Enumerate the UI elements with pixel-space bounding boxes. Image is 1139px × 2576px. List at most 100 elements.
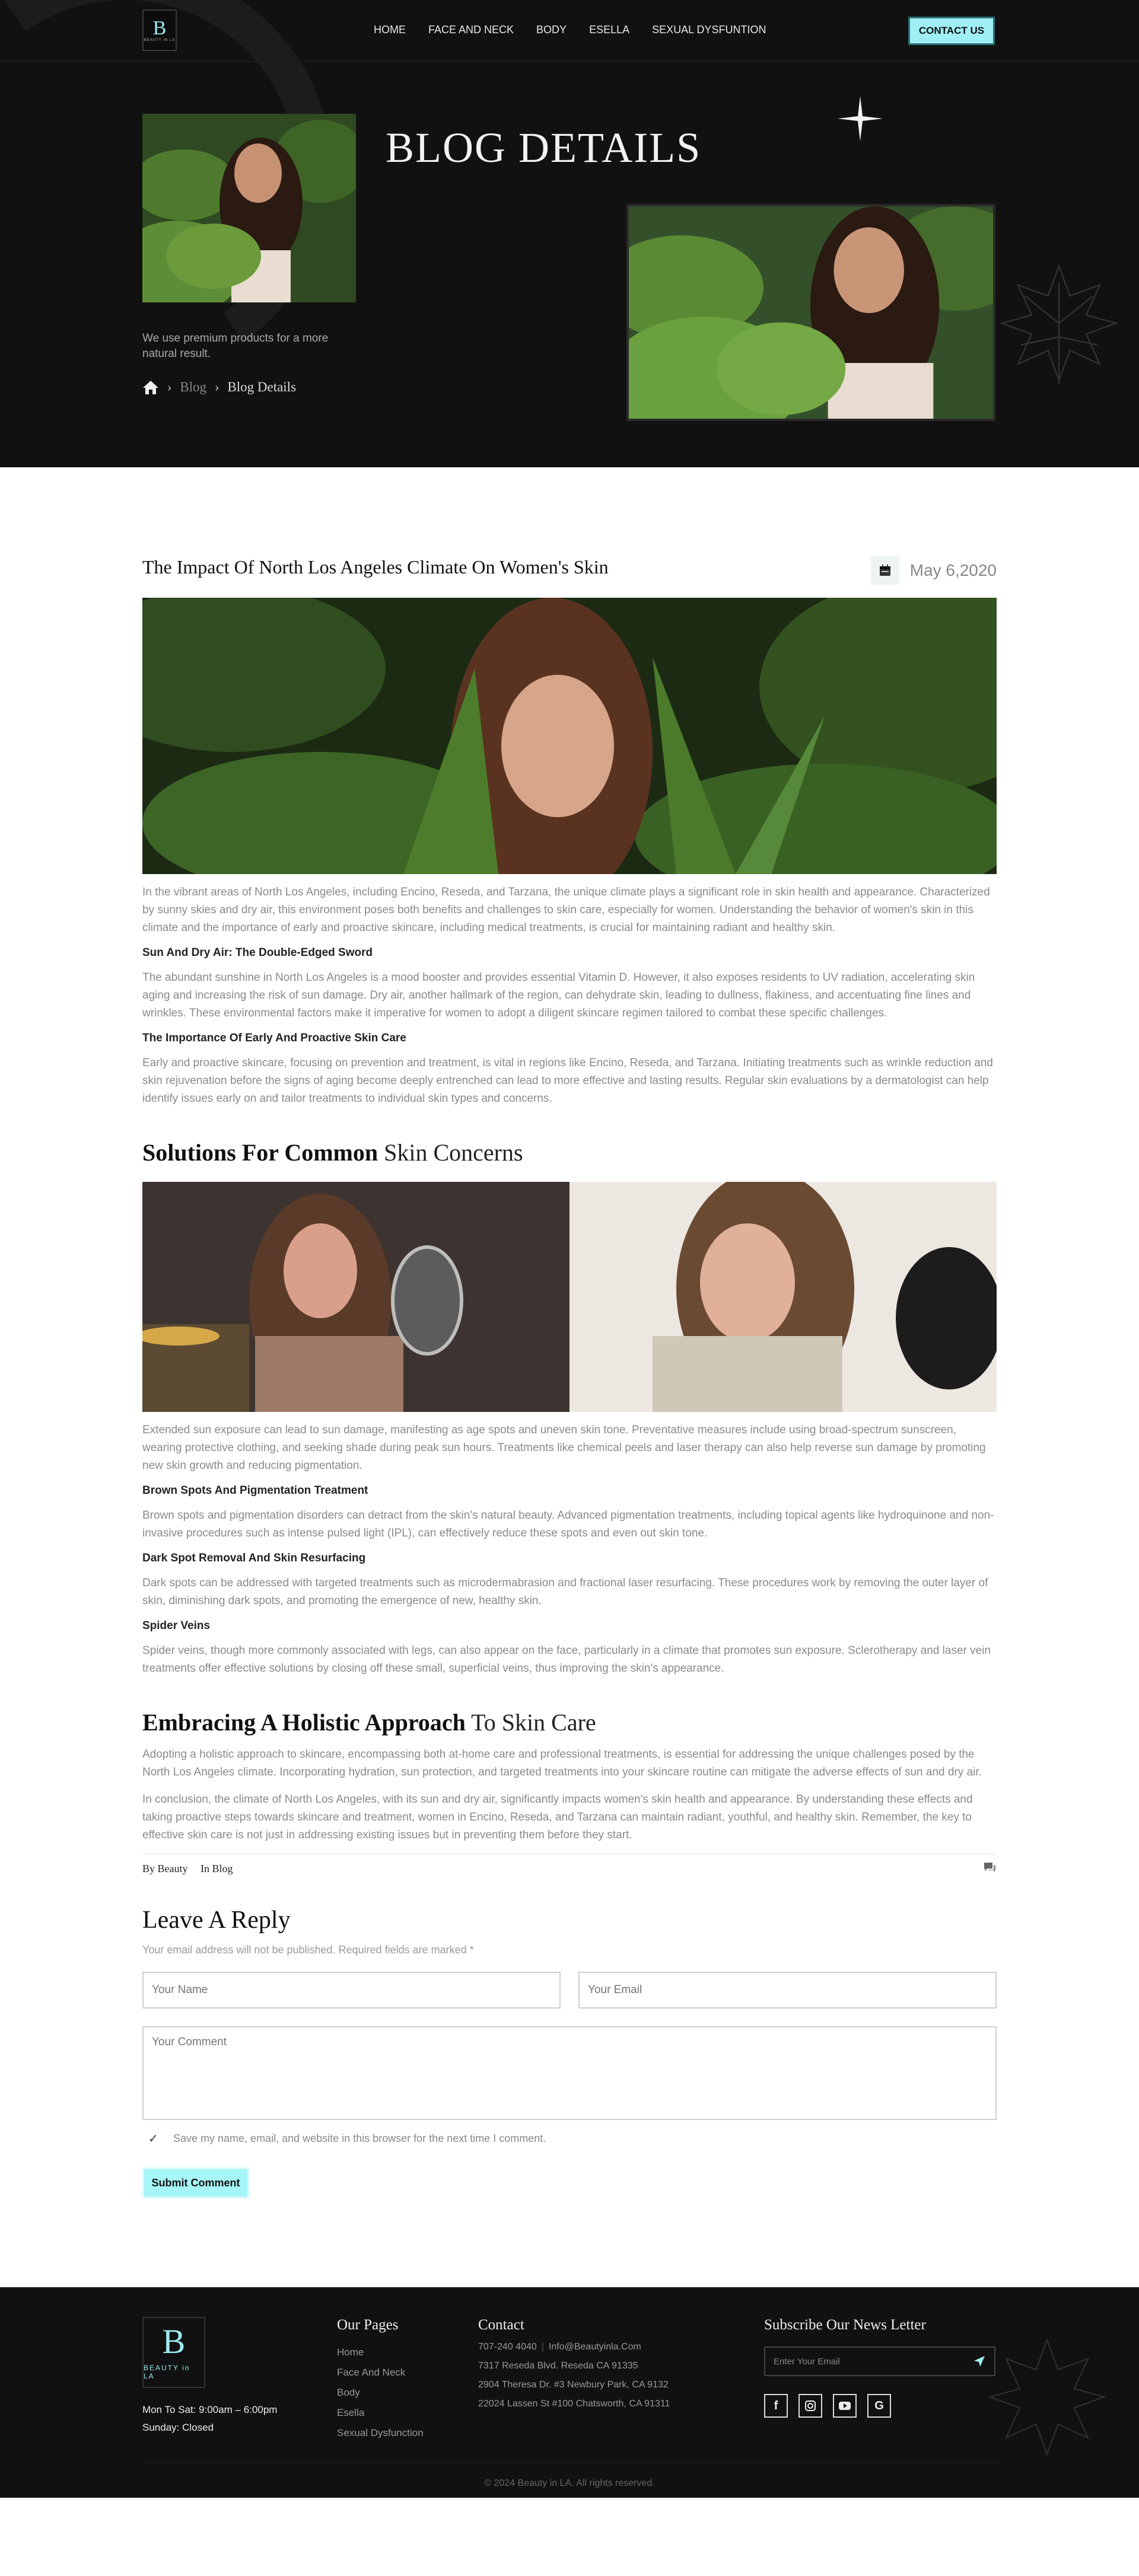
nav-link-face-and-neck[interactable]: FACE AND NECK xyxy=(428,24,514,36)
footer-divider xyxy=(142,2462,997,2463)
breadcrumb: › Blog › Blog Details xyxy=(142,380,296,395)
contact-address-1: 7317 Reseda Blvd. Reseda CA 91335 xyxy=(478,2361,638,2371)
footer-contact-title: Contact xyxy=(478,2317,524,2333)
facebook-icon[interactable]: f xyxy=(764,2394,788,2418)
chevron-right-icon: › xyxy=(215,380,219,394)
section-heading-holistic: Embracing A Holistic Approach To Skin Ca… xyxy=(142,1708,997,1736)
paragraph-dark-spot: Dark spots can be addressed with targete… xyxy=(142,1577,988,1607)
footer-link-face-and-neck[interactable]: Face And Neck xyxy=(337,2367,424,2379)
contact-address-3: 22024 Lassen St #100 Chatsworth, CA 9131… xyxy=(478,2399,670,2409)
footer-logo-monogram: B xyxy=(162,2322,186,2361)
contact-email[interactable]: Info@Beautyinla.Com xyxy=(549,2342,641,2352)
footer-contact: Contact 707-240 4040 | Info@Beautyinla.Com… xyxy=(478,2317,670,2409)
reply-heading-bold: Leave A xyxy=(142,1907,225,1934)
instagram-icon[interactable] xyxy=(798,2394,822,2418)
newsletter-title: Subscribe Our News Letter xyxy=(764,2317,926,2333)
skin-image-right xyxy=(570,1182,997,1412)
skin-image-left xyxy=(142,1182,570,1412)
skin-concern-images xyxy=(142,1182,997,1412)
footer-link-sexual-dysfunction[interactable]: Sexual Dysfunction xyxy=(337,2427,424,2439)
contact-phone[interactable]: 707-240 4040 xyxy=(478,2342,537,2352)
home-icon[interactable] xyxy=(142,380,159,395)
contact-address-2: 2904 Theresa Dr. #3 Newbury Park, CA 913… xyxy=(478,2380,669,2390)
post-date-text: May 6,2020 xyxy=(909,561,997,579)
calendar-icon xyxy=(870,556,899,585)
sparkle-icon xyxy=(838,96,883,141)
newsletter-input[interactable]: Enter Your Email xyxy=(764,2347,995,2376)
footer-link-esella[interactable]: Esella xyxy=(337,2407,424,2419)
paragraph-holistic: Adopting a holistic approach to skincare… xyxy=(142,1748,982,1778)
paragraph-brown-spots: Brown spots and pigmentation disorders c… xyxy=(142,1509,994,1539)
post-date: May 6,2020 xyxy=(870,556,997,585)
save-info-label: Save my name, email, and website in this… xyxy=(173,2132,546,2144)
paragraph-sun-dry-air: The abundant sunshine in North Los Angel… xyxy=(142,971,975,1019)
section-heading-light: Skin Concerns xyxy=(378,1139,523,1166)
reply-heading-light: Reply xyxy=(224,1907,291,1934)
reply-heading: Leave A Reply xyxy=(142,1906,997,1934)
post-feature-image xyxy=(142,598,997,874)
footer-link-body[interactable]: Body xyxy=(337,2387,424,2399)
post-category[interactable]: In Blog xyxy=(201,1863,233,1875)
name-field[interactable] xyxy=(142,1972,561,2008)
youtube-icon[interactable] xyxy=(833,2394,857,2418)
footer-logo[interactable]: B BEAUTY in LA xyxy=(142,2317,205,2388)
contact-phone-email: 707-240 4040 | Info@Beautyinla.Com xyxy=(478,2342,670,2352)
checkmark-icon[interactable]: ✓ xyxy=(148,2133,160,2145)
divider: | xyxy=(541,2342,544,2352)
hero-image-small xyxy=(142,114,356,302)
chevron-right-icon: › xyxy=(167,380,172,394)
footer-link-home[interactable]: Home xyxy=(337,2347,424,2358)
nav-link-esella[interactable]: ESELLA xyxy=(589,24,629,36)
nav-link-home[interactable]: HOME xyxy=(374,24,406,36)
opening-hours: Mon To Sat: 9:00am – 6:00pm xyxy=(142,2404,278,2415)
reply-note: Your email address will not be published… xyxy=(142,1944,474,1956)
save-info-row: ✓ Save my name, email, and website in th… xyxy=(142,2132,997,2145)
post-author[interactable]: By Beauty xyxy=(142,1863,188,1875)
section-heading-light: To Skin Care xyxy=(465,1709,596,1736)
subheading-early-care: The Importance Of Early And Proactive Sk… xyxy=(142,1032,406,1044)
hero-section: B BEAUTY IN LA HOME FACE AND NECK BODY E… xyxy=(0,0,1139,467)
footer-pages: Our Pages Home Face And Neck Body Esella… xyxy=(337,2317,424,2439)
post-intro: In the vibrant areas of North Los Angele… xyxy=(142,886,990,934)
post-title: The Impact Of North Los Angeles Climate … xyxy=(142,556,609,578)
send-icon[interactable] xyxy=(973,2355,986,2368)
maple-leaf-decoration xyxy=(987,2338,1107,2456)
hero-image-large xyxy=(626,204,995,421)
comments-icon[interactable] xyxy=(982,1861,997,1876)
contact-us-button[interactable]: CONTACT US xyxy=(908,17,995,45)
footer-hours: Mon To Sat: 9:00am – 6:00pm Sunday: Clos… xyxy=(142,2401,277,2437)
breadcrumb-blog[interactable]: Blog xyxy=(180,380,206,395)
site-footer: B BEAUTY in LA Mon To Sat: 9:00am – 6:00… xyxy=(0,2287,1139,2498)
section-heading-bold: Solutions For Common xyxy=(142,1139,378,1166)
subheading-sun-dry-air: Sun And Dry Air: The Double-Edged Sword xyxy=(142,946,373,959)
social-links: f G xyxy=(764,2394,995,2418)
comment-field[interactable] xyxy=(142,2026,997,2120)
logo-monogram: B xyxy=(152,17,167,39)
closed-day: Sunday: Closed xyxy=(142,2422,214,2433)
nav-link-body[interactable]: BODY xyxy=(536,24,567,36)
section-heading-bold: Embracing A Holistic Approach xyxy=(142,1709,466,1736)
maple-leaf-decoration xyxy=(999,264,1119,385)
subheading-spider-veins: Spider Veins xyxy=(142,1619,211,1632)
subheading-brown-spots: Brown Spots And Pigmentation Treatment xyxy=(142,1484,368,1497)
paragraph-conclusion: In conclusion, the climate of North Los … xyxy=(142,1793,973,1841)
hero-tagline: We use premium products for a more natur… xyxy=(142,332,329,360)
nav-link-sexual-dysfunction[interactable]: SEXUAL DYSFUNTION xyxy=(652,24,766,36)
site-logo[interactable]: B BEAUTY IN LA xyxy=(142,9,177,51)
reply-fields xyxy=(142,1972,997,2008)
article-main: The Impact Of North Los Angeles Climate … xyxy=(0,556,1139,2198)
post-header: The Impact Of North Los Angeles Climate … xyxy=(142,556,997,592)
paragraph-sun-damage: Extended sun exposure can lead to sun da… xyxy=(142,1424,986,1472)
email-field[interactable] xyxy=(578,1972,997,2008)
paragraph-spider-veins: Spider veins, though more commonly assoc… xyxy=(142,1644,991,1675)
section-heading-solutions: Solutions For Common Skin Concerns xyxy=(142,1139,997,1166)
footer-pages-title: Our Pages xyxy=(337,2317,399,2333)
newsletter-placeholder: Enter Your Email xyxy=(774,2356,840,2367)
submit-comment-button[interactable]: Submit Comment xyxy=(142,2167,249,2198)
footer-newsletter: Subscribe Our News Letter Enter Your Ema… xyxy=(764,2317,995,2418)
footer-logo-text: BEAUTY in LA xyxy=(144,2364,190,2380)
nav-links: HOME FACE AND NECK BODY ESELLA SEXUAL DY… xyxy=(374,24,788,36)
paragraph-early-care: Early and proactive skincare, focusing o… xyxy=(142,1057,993,1105)
google-icon[interactable]: G xyxy=(867,2394,891,2418)
page-title: BLOG DETAILS xyxy=(386,124,702,171)
